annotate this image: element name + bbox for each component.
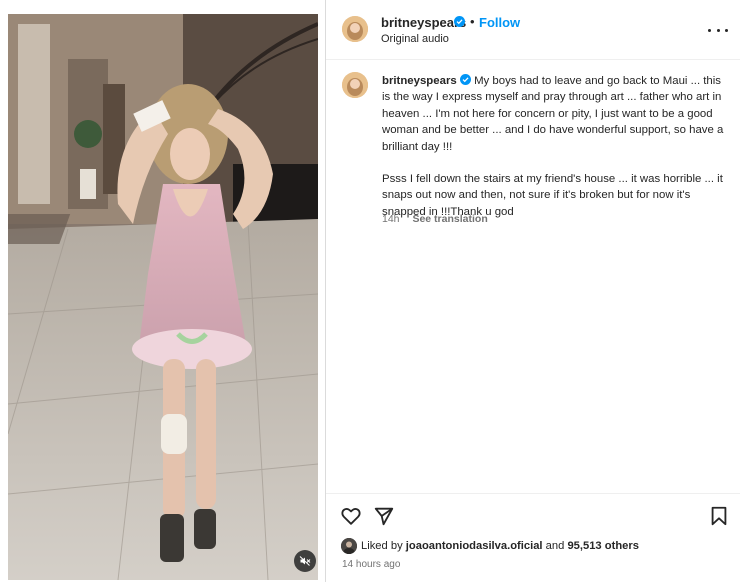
likes-summary: Liked by joaoantoniodasilva.oficial and …	[341, 538, 639, 554]
liked-by-and: and	[545, 540, 565, 552]
post-header: britneyspears • Follow Original audio	[326, 0, 740, 60]
video-frame-image	[8, 14, 318, 580]
bookmark-icon[interactable]	[708, 505, 730, 527]
caption-text: britneyspears My boys had to leave and g…	[382, 73, 732, 220]
audio-label[interactable]: Original audio	[381, 33, 449, 45]
liker-username[interactable]: joaoantoniodasilva.oficial	[406, 540, 543, 552]
paper-plane-icon[interactable]	[373, 505, 395, 527]
caption-meta: 14h See translation	[382, 213, 488, 225]
avatar-photo	[342, 16, 368, 42]
actions-divider	[326, 493, 740, 494]
avatar-photo	[341, 538, 357, 554]
follow-button[interactable]: Follow	[479, 15, 520, 30]
likes-count[interactable]: 95,513 others	[567, 540, 639, 552]
verified-badge-icon	[459, 74, 471, 85]
liked-by-prefix: Liked by	[361, 540, 403, 552]
more-options-icon[interactable]	[708, 22, 728, 38]
post-video[interactable]	[8, 14, 318, 580]
avatar-photo	[342, 72, 368, 98]
caption-username[interactable]: britneyspears	[382, 75, 457, 87]
author-avatar[interactable]	[342, 16, 368, 42]
separator-dot: •	[470, 14, 475, 29]
post-side-panel: britneyspears • Follow Original audio br…	[326, 0, 740, 582]
mute-button[interactable]	[294, 550, 316, 572]
caption-time[interactable]: 14h	[382, 213, 400, 225]
see-translation-button[interactable]: See translation	[412, 213, 487, 225]
liker-avatar[interactable]	[341, 538, 357, 554]
instagram-post: britneyspears • Follow Original audio br…	[0, 0, 740, 582]
verified-badge-icon	[454, 16, 465, 27]
speaker-muted-icon	[299, 556, 311, 566]
caption-avatar[interactable]	[342, 72, 368, 98]
post-timestamp[interactable]: 14 hours ago	[342, 559, 400, 570]
heart-icon[interactable]	[340, 505, 362, 527]
